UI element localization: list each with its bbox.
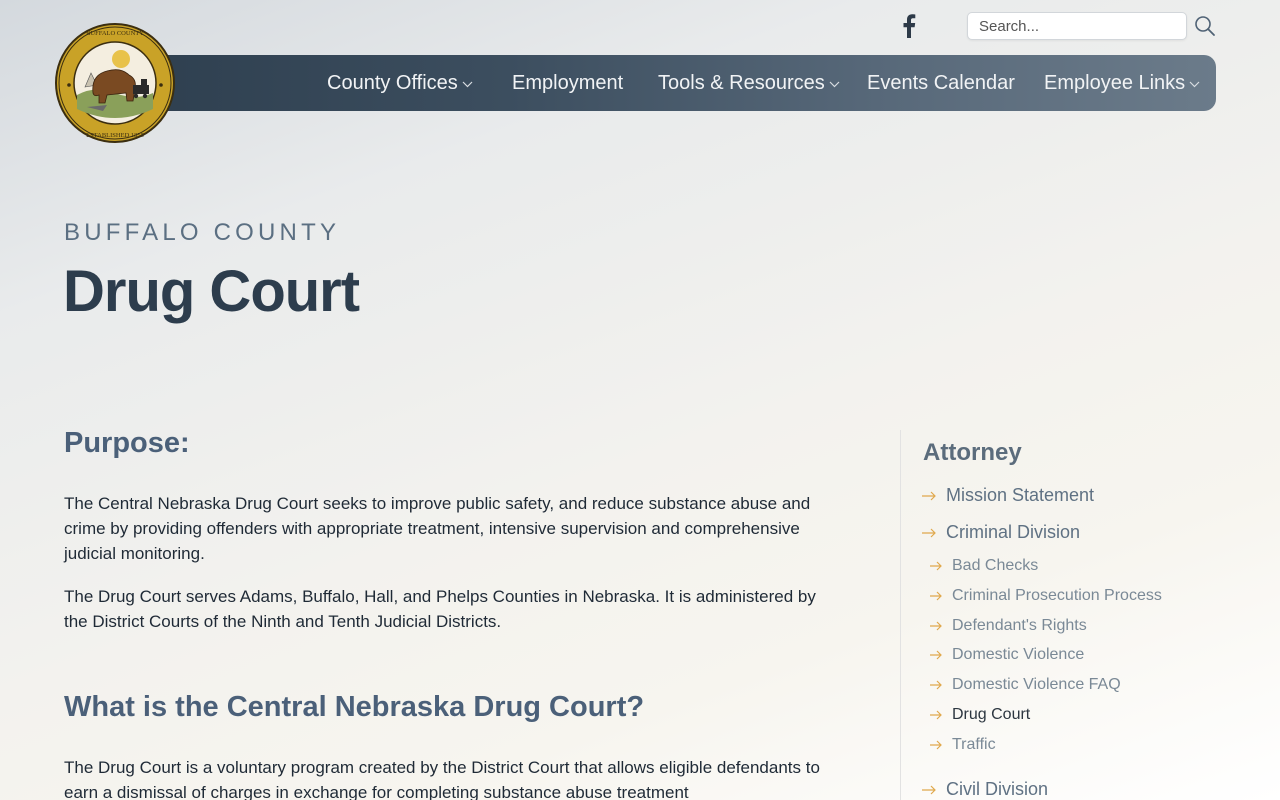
chevron-down-icon [1189, 81, 1200, 88]
nav-item-employment[interactable]: Employment [512, 55, 623, 111]
chevron-down-icon [829, 81, 840, 88]
sidebar-link-drug-court[interactable]: Drug Court [929, 706, 1030, 724]
sidebar-link-mission-statement[interactable]: Mission Statement [921, 485, 1094, 506]
sidebar-link-criminal-prosecution-process[interactable]: Criminal Prosecution Process [929, 587, 1162, 605]
arrow-right-icon [929, 680, 943, 690]
sidebar-divider [900, 430, 901, 800]
sidebar-link-traffic[interactable]: Traffic [929, 736, 996, 754]
nav-label: County Offices [327, 71, 458, 94]
site-eyebrow: BUFFALO COUNTY [64, 219, 341, 246]
search-input[interactable] [967, 12, 1187, 40]
sidebar-link-label: Criminal Division [946, 522, 1081, 542]
magnifier-glyph [1195, 16, 1215, 36]
nav-item-events-calendar[interactable]: Events Calendar [867, 55, 1015, 111]
sidebar-link-label: Drug Court [952, 706, 1031, 723]
arrow-right-icon [929, 710, 943, 720]
chevron-down-icon [462, 81, 473, 88]
page-title: Drug Court [63, 259, 360, 324]
sidebar-link-defendants-rights[interactable]: Defendant's Rights [929, 617, 1087, 635]
arrow-right-icon [929, 650, 943, 660]
paragraph: The Central Nebraska Drug Court seeks to… [64, 494, 811, 563]
search-box [967, 12, 1187, 40]
seal-text-bottom: ESTABLISHED 1855 [86, 132, 144, 139]
facebook-glyph [903, 14, 916, 38]
sidebar-link-label: Civil Division [946, 779, 1049, 799]
sidebar-link-label: Defendant's Rights [952, 617, 1087, 634]
seal-text-top: BUFFALO COUNTY [86, 30, 144, 37]
sidebar-link-domestic-violence-faq[interactable]: Domestic Violence FAQ [929, 676, 1121, 694]
nav-label: Employee Links [1044, 71, 1186, 94]
arrow-right-icon [921, 785, 937, 795]
seal-graphic: BUFFALO COUNTY ESTABLISHED 1855 [55, 23, 175, 143]
paragraph: The Drug Court serves Adams, Buffalo, Ha… [64, 587, 816, 631]
sidebar-link-bad-checks[interactable]: Bad Checks [929, 557, 1038, 575]
sidebar-link-criminal-division[interactable]: Criminal Division [921, 522, 1080, 543]
arrow-right-icon [921, 528, 937, 538]
sidebar-link-label: Criminal Prosecution Process [952, 587, 1162, 604]
arrow-right-icon [929, 561, 943, 571]
nav-label: Events Calendar [867, 71, 1015, 94]
facebook-icon[interactable] [898, 12, 920, 40]
section-heading-what-is: What is the Central Nebraska Drug Court? [64, 691, 645, 723]
nav-item-employee-links[interactable]: Employee Links [1044, 55, 1200, 111]
arrow-right-icon [929, 591, 943, 601]
search-icon[interactable] [1192, 13, 1218, 39]
arrow-right-icon [929, 621, 943, 631]
sidebar-title: Attorney [923, 439, 1022, 466]
sidebar-link-label: Traffic [952, 736, 996, 753]
arrow-right-icon [929, 740, 943, 750]
nav-item-tools-resources[interactable]: Tools & Resources [658, 55, 840, 111]
sidebar-link-domestic-violence[interactable]: Domestic Violence [929, 646, 1084, 664]
paragraph: The Drug Court is a voluntary program cr… [64, 758, 820, 800]
main-nav: County Offices Employment Tools & Resour… [128, 55, 1216, 111]
section-heading-purpose: Purpose: [64, 427, 190, 459]
nav-item-county-offices[interactable]: County Offices [327, 55, 473, 111]
nav-label: Tools & Resources [658, 71, 825, 94]
nav-label: Employment [512, 71, 624, 94]
sidebar-link-label: Bad Checks [952, 557, 1039, 574]
sidebar-link-label: Domestic Violence FAQ [952, 676, 1121, 693]
county-seal-logo[interactable]: BUFFALO COUNTY ESTABLISHED 1855 [55, 23, 175, 143]
sidebar-link-civil-division[interactable]: Civil Division [921, 779, 1048, 800]
arrow-right-icon [921, 491, 937, 501]
sidebar-link-label: Mission Statement [946, 485, 1095, 505]
sidebar-link-label: Domestic Violence [952, 646, 1085, 663]
